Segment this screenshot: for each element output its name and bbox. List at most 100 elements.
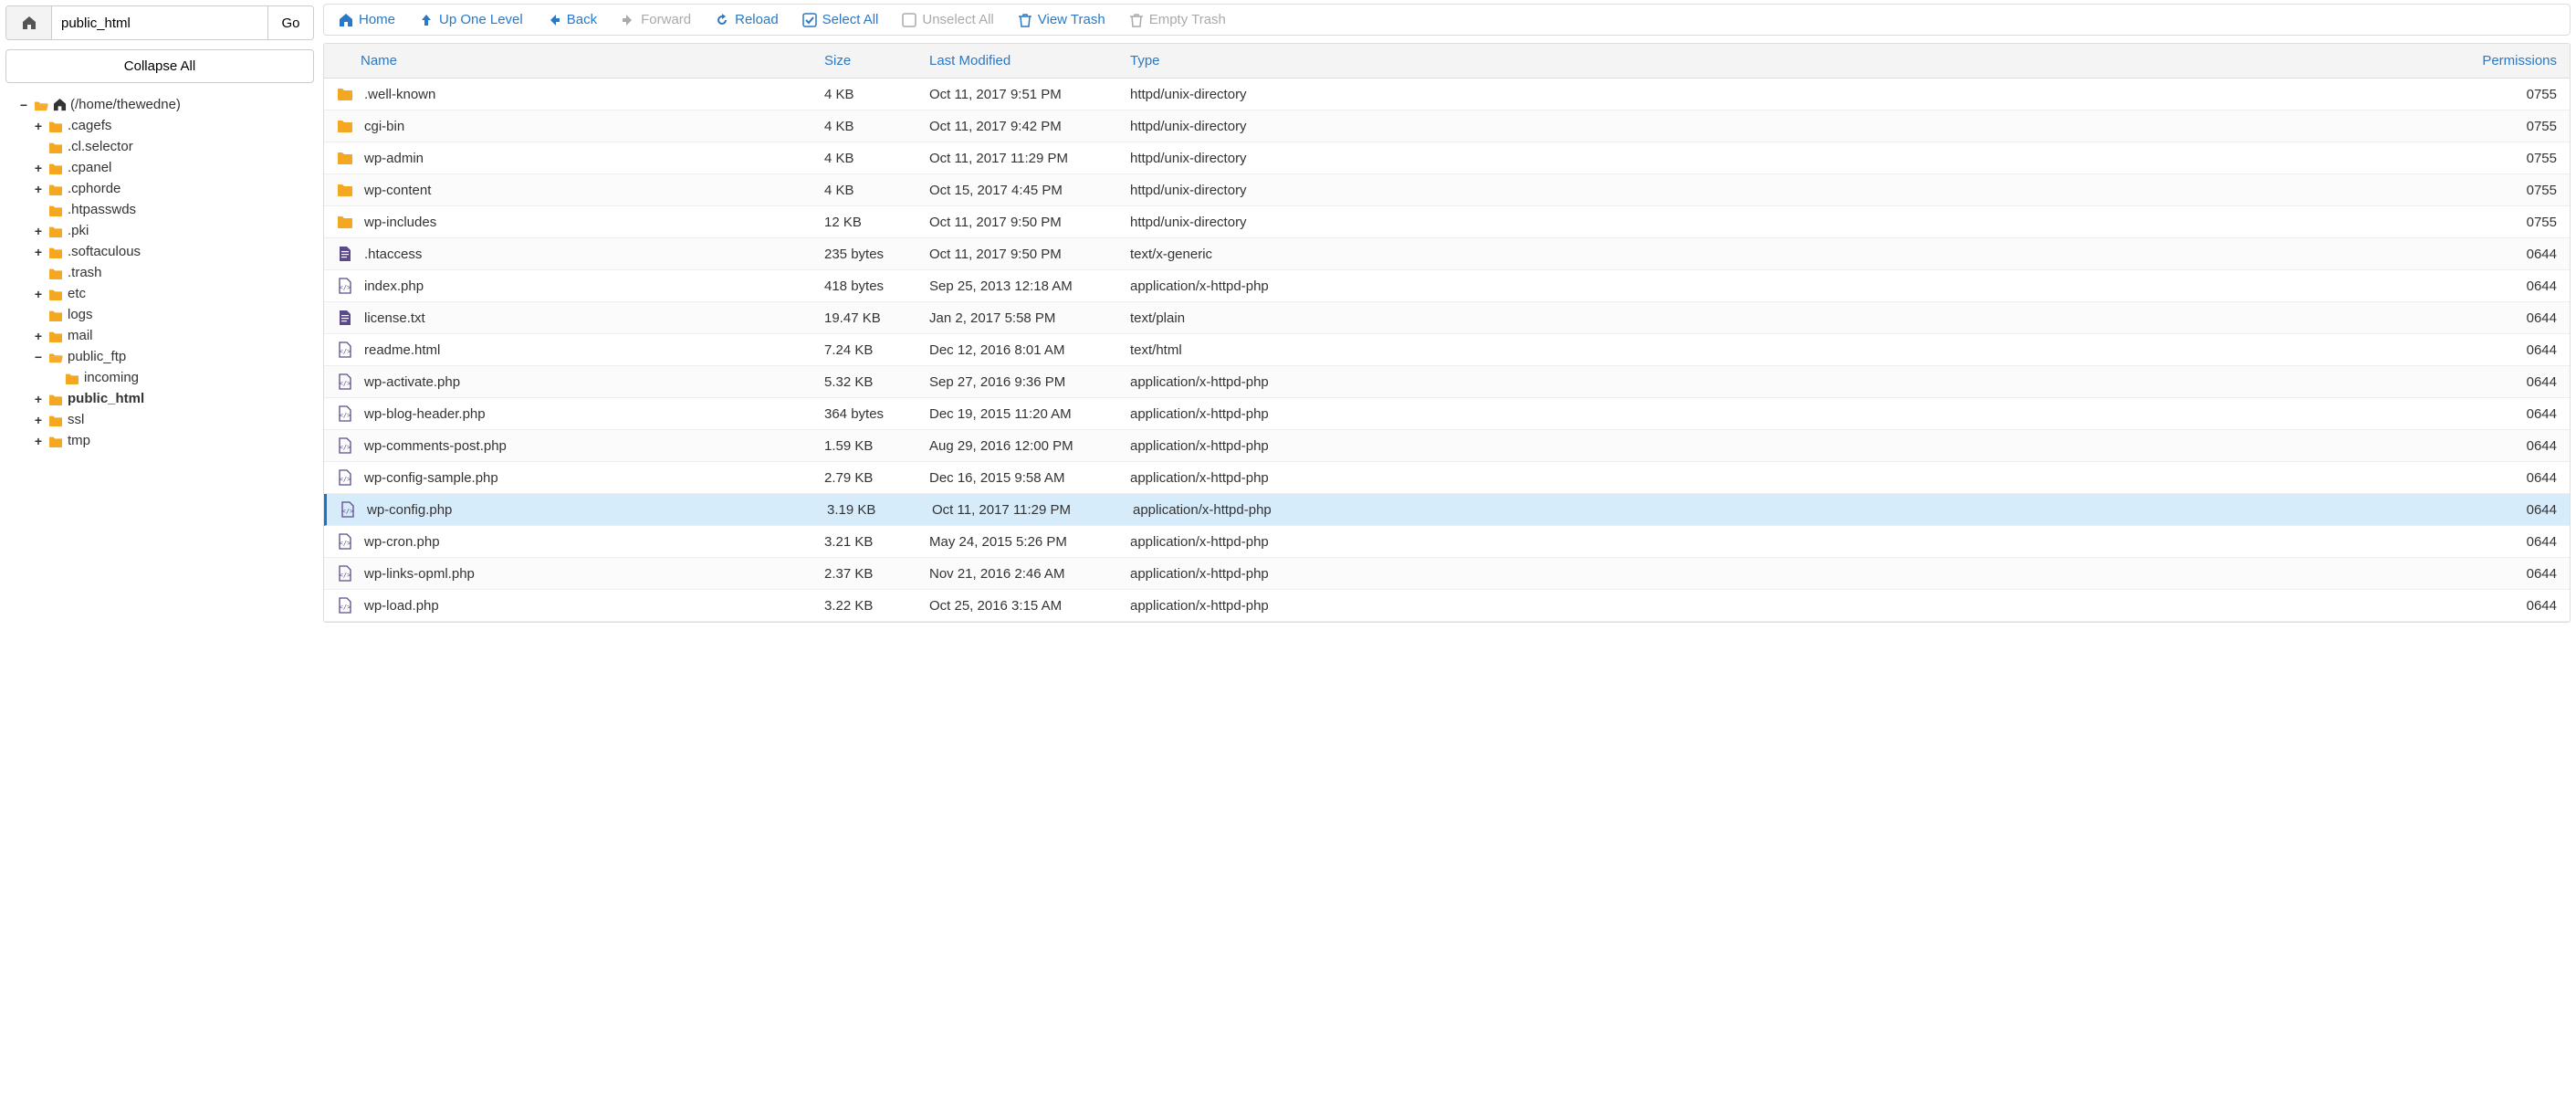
table-row[interactable]: wp-config-sample.php2.79 KBDec 16, 2015 … — [324, 462, 2570, 494]
cell-type: application/x-httpd-php — [1123, 438, 1310, 454]
cell-modified: Dec 12, 2016 8:01 AM — [922, 342, 1123, 358]
cell-size: 7.24 KB — [817, 342, 922, 358]
tree-node[interactable]: +.pki — [33, 220, 314, 241]
expand-icon[interactable]: + — [33, 392, 44, 406]
cell-type: application/x-httpd-php — [1123, 374, 1310, 390]
cell-type: application/x-httpd-php — [1123, 566, 1310, 582]
column-header-permissions[interactable]: Permissions — [1310, 53, 2570, 68]
up-one-level-button[interactable]: Up One Level — [419, 12, 523, 27]
path-home-button[interactable] — [6, 6, 52, 39]
table-row[interactable]: wp-links-opml.php2.37 KBNov 21, 2016 2:4… — [324, 558, 2570, 590]
tree-node[interactable]: .trash — [33, 262, 314, 283]
folder-icon — [47, 393, 64, 405]
cell-name: wp-content — [324, 181, 817, 199]
expand-icon[interactable]: + — [33, 434, 44, 448]
directory-tree: − (/home/thewedne) +.cagefs.cl.selector+… — [5, 94, 314, 451]
collapse-icon[interactable]: − — [33, 350, 44, 364]
sidebar: Go Collapse All − (/home/thewedne) +.cag… — [0, 0, 319, 1103]
cell-modified: Oct 11, 2017 9:42 PM — [922, 119, 1123, 134]
column-header-size[interactable]: Size — [817, 53, 922, 68]
table-row[interactable]: wp-activate.php5.32 KBSep 27, 2016 9:36 … — [324, 366, 2570, 398]
expand-icon[interactable]: + — [33, 245, 44, 259]
tree-root[interactable]: − (/home/thewedne) — [18, 94, 314, 115]
table-row[interactable]: cgi-bin4 KBOct 11, 2017 9:42 PMhttpd/uni… — [324, 110, 2570, 142]
tree-node[interactable]: +ssl — [33, 409, 314, 430]
cell-type: application/x-httpd-php — [1123, 534, 1310, 550]
folder-open-icon — [33, 99, 49, 111]
expand-icon[interactable]: + — [33, 182, 44, 196]
tree-node-label: .cpanel — [68, 160, 111, 175]
cell-permissions: 0755 — [1310, 183, 2570, 198]
cell-modified: May 24, 2015 5:26 PM — [922, 534, 1123, 550]
collapse-icon[interactable]: − — [18, 98, 29, 112]
tree-node-label: public_html — [68, 391, 144, 406]
table-row[interactable]: .well-known4 KBOct 11, 2017 9:51 PMhttpd… — [324, 79, 2570, 110]
cell-type: application/x-httpd-php — [1123, 598, 1310, 614]
tree-node[interactable]: +.cagefs — [33, 115, 314, 136]
cell-size: 364 bytes — [817, 406, 922, 422]
table-row[interactable]: license.txt19.47 KBJan 2, 2017 5:58 PMte… — [324, 302, 2570, 334]
cell-size: 2.37 KB — [817, 566, 922, 582]
home-button[interactable]: Home — [339, 12, 395, 27]
file-name: readme.html — [364, 342, 440, 358]
expand-icon[interactable]: + — [33, 119, 44, 133]
file-name: wp-config-sample.php — [364, 470, 498, 486]
back-button[interactable]: Back — [547, 12, 597, 27]
column-header-type[interactable]: Type — [1123, 53, 1310, 68]
expand-icon[interactable]: + — [33, 413, 44, 427]
tree-node[interactable]: +mail — [33, 325, 314, 346]
select-all-button[interactable]: Select All — [802, 12, 879, 27]
reload-button[interactable]: Reload — [715, 12, 779, 27]
expand-icon[interactable]: + — [33, 329, 44, 343]
column-header-name[interactable]: Name — [324, 53, 817, 68]
code-file-icon — [335, 277, 355, 295]
expand-icon[interactable]: + — [33, 224, 44, 238]
cell-permissions: 0644 — [1310, 247, 2570, 262]
table-row[interactable]: wp-admin4 KBOct 11, 2017 11:29 PMhttpd/u… — [324, 142, 2570, 174]
tree-node-label: .trash — [68, 265, 102, 280]
path-input[interactable] — [52, 6, 267, 39]
tree-node[interactable]: −public_ftp — [33, 346, 314, 367]
tree-node[interactable]: + tmp — [33, 430, 314, 451]
tree-node[interactable]: logs — [33, 304, 314, 325]
table-row[interactable]: wp-load.php3.22 KBOct 25, 2016 3:15 AMap… — [324, 590, 2570, 622]
cell-modified: Oct 11, 2017 11:29 PM — [922, 151, 1123, 166]
tree-node[interactable]: .htpasswds — [33, 199, 314, 220]
cell-permissions: 0755 — [1310, 119, 2570, 134]
go-button[interactable]: Go — [267, 6, 313, 39]
table-row[interactable]: .htaccess235 bytesOct 11, 2017 9:50 PMte… — [324, 238, 2570, 270]
tree-node[interactable]: + .cpanel — [33, 157, 314, 178]
cell-type: httpd/unix-directory — [1123, 151, 1310, 166]
cell-permissions: 0755 — [1310, 215, 2570, 230]
table-row[interactable]: readme.html7.24 KBDec 12, 2016 8:01 AMte… — [324, 334, 2570, 366]
expand-icon[interactable]: + — [33, 161, 44, 175]
table-row[interactable]: wp-config.php3.19 KBOct 11, 2017 11:29 P… — [324, 494, 2570, 526]
table-row[interactable]: wp-content4 KBOct 15, 2017 4:45 PMhttpd/… — [324, 174, 2570, 206]
tree-node[interactable]: incoming — [33, 367, 314, 388]
cell-type: application/x-httpd-php — [1123, 406, 1310, 422]
column-header-modified[interactable]: Last Modified — [922, 53, 1123, 68]
table-row[interactable]: index.php418 bytesSep 25, 2013 12:18 AMa… — [324, 270, 2570, 302]
collapse-all-button[interactable]: Collapse All — [5, 49, 314, 83]
tree-node-label: tmp — [68, 433, 90, 448]
folder-icon — [47, 162, 64, 174]
tree-node[interactable]: +etc — [33, 283, 314, 304]
file-name: wp-content — [364, 183, 431, 198]
table-row[interactable]: wp-includes12 KBOct 11, 2017 9:50 PMhttp… — [324, 206, 2570, 238]
table-row[interactable]: wp-blog-header.php364 bytesDec 19, 2015 … — [324, 398, 2570, 430]
view-trash-button[interactable]: View Trash — [1018, 12, 1105, 27]
reload-icon — [715, 13, 729, 27]
cell-modified: Dec 16, 2015 9:58 AM — [922, 470, 1123, 486]
expand-icon[interactable]: + — [33, 287, 44, 301]
table-row[interactable]: wp-comments-post.php1.59 KBAug 29, 2016 … — [324, 430, 2570, 462]
tree-node[interactable]: +.softaculous — [33, 241, 314, 262]
tree-node[interactable]: +.cphorde — [33, 178, 314, 199]
tree-node[interactable]: .cl.selector — [33, 136, 314, 157]
table-row[interactable]: wp-cron.php3.21 KBMay 24, 2015 5:26 PMap… — [324, 526, 2570, 558]
cell-size: 19.47 KB — [817, 310, 922, 326]
tree-node[interactable]: + public_html — [33, 388, 314, 409]
cell-type: application/x-httpd-php — [1123, 278, 1310, 294]
tree-node-label: .htpasswds — [68, 202, 136, 217]
cell-modified: Dec 19, 2015 11:20 AM — [922, 406, 1123, 422]
unselect-all-label: Unselect All — [922, 12, 993, 27]
